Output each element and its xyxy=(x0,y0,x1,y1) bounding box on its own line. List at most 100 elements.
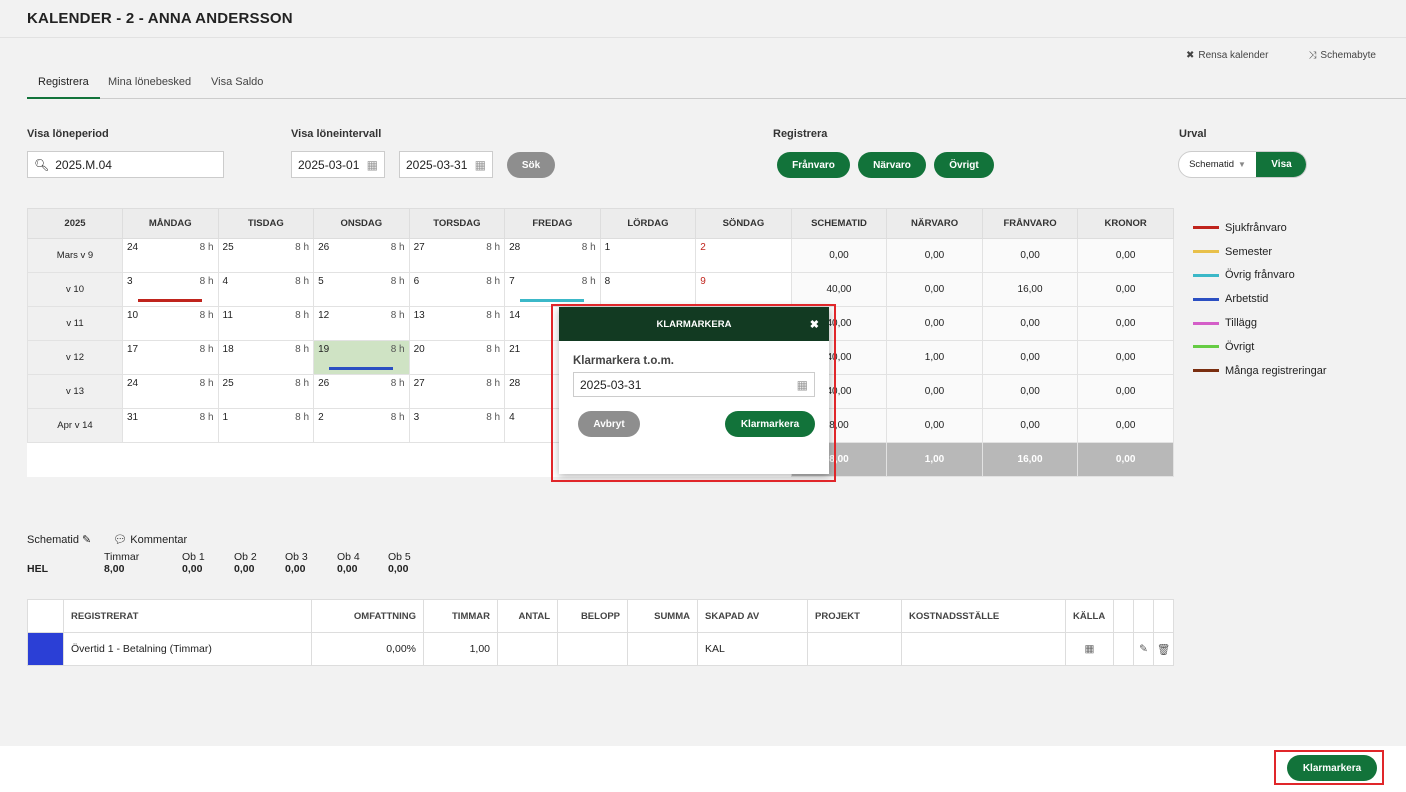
day-cell[interactable]: 24 8 h xyxy=(122,374,219,409)
day-cell[interactable]: 27 8 h xyxy=(408,238,506,273)
cell-antal xyxy=(497,632,558,666)
week-label: Apr v 14 xyxy=(27,408,123,443)
day-cell[interactable]: 11 8 h xyxy=(217,306,315,341)
col-skapad: SKAPAD AV xyxy=(697,599,808,633)
calendar-icon[interactable]: ▦ xyxy=(1065,632,1114,666)
day-hours: 8 h xyxy=(199,378,214,389)
schedule-col-label: Ob 2 xyxy=(234,551,257,563)
day-cell[interactable]: 19 8 h xyxy=(313,340,410,375)
day-cell[interactable]: 7 8 h xyxy=(504,272,601,307)
sum-cell: 0,00 xyxy=(981,238,1079,273)
day-cell[interactable]: 13 8 h xyxy=(408,306,506,341)
day-number: 14 xyxy=(509,310,521,321)
cell-omfattning: 0,00% xyxy=(311,632,424,666)
col-omfattning: OMFATTNING xyxy=(311,599,424,633)
schematid-link[interactable]: Schematid ✎ xyxy=(27,533,91,546)
calendar-icon[interactable]: ▦ xyxy=(475,158,486,172)
day-cell[interactable]: 17 8 h xyxy=(122,340,219,375)
day-number: 19 xyxy=(318,344,330,355)
trash-icon[interactable]: 🗑︎ xyxy=(1153,632,1174,666)
swap-label: Schemabyte xyxy=(1320,50,1376,61)
sum-cell: 0,00 xyxy=(1077,238,1174,273)
table-row[interactable]: Övertid 1 - Betalning (Timmar) 0,00% 1,0… xyxy=(27,632,1174,666)
kommentar-link[interactable]: 💬︎ Kommentar xyxy=(113,533,187,546)
period-input[interactable]: 🔍︎ 2025.M.04 xyxy=(27,151,224,178)
week-row: Mars v 9 24 8 h 25 8 h 26 8 h 27 8 h 28 8 h 1 2 0,00 0… xyxy=(27,238,1174,273)
day-number: 3 xyxy=(413,412,420,423)
cell-projekt xyxy=(807,632,902,666)
day-hours: 8 h xyxy=(390,242,405,253)
day-hours: 8 h xyxy=(295,344,310,355)
schedule-col: Ob 5 0,00 xyxy=(388,551,411,575)
day-cell[interactable]: 5 8 h xyxy=(313,272,410,307)
period-label: Visa löneperiod xyxy=(27,128,109,140)
tab-saldo[interactable]: Visa Saldo xyxy=(200,68,274,99)
total-cell: 16,00 xyxy=(981,442,1079,477)
franvaro-button[interactable]: Frånvaro xyxy=(777,152,850,178)
day-cell[interactable]: 4 8 h xyxy=(217,272,315,307)
day-cell[interactable]: 6 8 h xyxy=(408,272,506,307)
legend-label: Övrig frånvaro xyxy=(1225,269,1295,282)
col-antal: ANTAL xyxy=(497,599,558,633)
clear-calendar-button[interactable]: ✖ Rensa kalender xyxy=(1186,50,1268,61)
day-cell[interactable]: 3 8 h xyxy=(122,272,219,307)
schedule-row-label: HEL xyxy=(27,563,48,575)
cal-header-7: SÖNDAG xyxy=(695,208,792,239)
day-cell[interactable]: 10 8 h xyxy=(122,306,219,341)
day-number: 18 xyxy=(222,344,234,355)
schedule-col-value: 0,00 xyxy=(182,563,203,575)
day-cell[interactable]: 27 8 h xyxy=(408,374,506,409)
visa-button[interactable]: Visa xyxy=(1256,152,1306,177)
tab-registrera[interactable]: Registrera xyxy=(27,68,100,99)
sum-cell: 0,00 xyxy=(981,306,1079,341)
day-cell[interactable]: 9 xyxy=(695,272,792,307)
narvaro-button[interactable]: Närvaro xyxy=(858,152,926,178)
day-hours: 8 h xyxy=(199,344,214,355)
day-cell[interactable]: 28 8 h xyxy=(504,238,601,273)
cal-header-3: ONSDAG xyxy=(313,208,410,239)
day-cell[interactable]: 20 8 h xyxy=(408,340,506,375)
calendar-icon[interactable]: ▦ xyxy=(367,158,378,172)
tab-lonebesked[interactable]: Mina lönebesked xyxy=(97,68,202,99)
col-timmar: TIMMAR xyxy=(423,599,498,633)
day-cell[interactable]: 26 8 h xyxy=(313,238,410,273)
day-cell[interactable]: 31 8 h xyxy=(122,408,219,443)
day-number: 11 xyxy=(222,310,233,321)
edit-icon[interactable]: ✎ xyxy=(1133,632,1154,666)
urval-select[interactable]: Schematid ▼ xyxy=(1179,152,1256,177)
day-number: 27 xyxy=(413,242,425,253)
day-cell[interactable]: 2 8 h xyxy=(313,408,410,443)
sum-cell: 16,00 xyxy=(981,272,1079,307)
day-cell[interactable]: 1 xyxy=(599,238,697,273)
interval-label: Visa löneintervall xyxy=(291,128,382,140)
day-cell[interactable]: 2 xyxy=(695,238,792,273)
day-number: 28 xyxy=(509,242,521,253)
day-hours: 8 h xyxy=(390,310,405,321)
from-date-input[interactable]: 2025-03-01 ▦ xyxy=(291,151,385,178)
day-cell[interactable]: 3 8 h xyxy=(408,408,506,443)
day-hours: 8 h xyxy=(295,276,310,287)
cell-registrerat: Övertid 1 - Betalning (Timmar) xyxy=(63,632,312,666)
toolbar: ✖ Rensa kalender ⤨ Schemabyte xyxy=(1186,50,1376,61)
day-cell[interactable]: 25 8 h xyxy=(217,238,315,273)
schedule-col: Ob 3 0,00 xyxy=(285,551,308,575)
day-cell[interactable]: 18 8 h xyxy=(217,340,315,375)
day-cell[interactable]: 26 8 h xyxy=(313,374,410,409)
schedule-col-value: 8,00 xyxy=(104,563,125,575)
day-cell[interactable]: 8 xyxy=(599,272,697,307)
day-number: 1 xyxy=(222,412,229,423)
cal-header-2: TISDAG xyxy=(217,208,315,239)
cell-timmar: 1,00 xyxy=(423,632,498,666)
search-button[interactable]: Sök xyxy=(507,152,555,178)
to-date-input[interactable]: 2025-03-31 ▦ xyxy=(399,151,493,178)
schedule-change-button[interactable]: ⤨ Schemabyte xyxy=(1308,50,1376,61)
legend-item: Många registreringar xyxy=(1193,359,1327,383)
kommentar-label: Kommentar xyxy=(130,534,188,546)
day-cell[interactable]: 24 8 h xyxy=(122,238,219,273)
day-cell[interactable]: 12 8 h xyxy=(313,306,410,341)
day-hours: 8 h xyxy=(486,344,501,355)
day-cell[interactable]: 25 8 h xyxy=(217,374,315,409)
ovrigt-button[interactable]: Övrigt xyxy=(934,152,994,178)
day-cell[interactable]: 1 8 h xyxy=(217,408,315,443)
col-delete xyxy=(1153,599,1174,633)
